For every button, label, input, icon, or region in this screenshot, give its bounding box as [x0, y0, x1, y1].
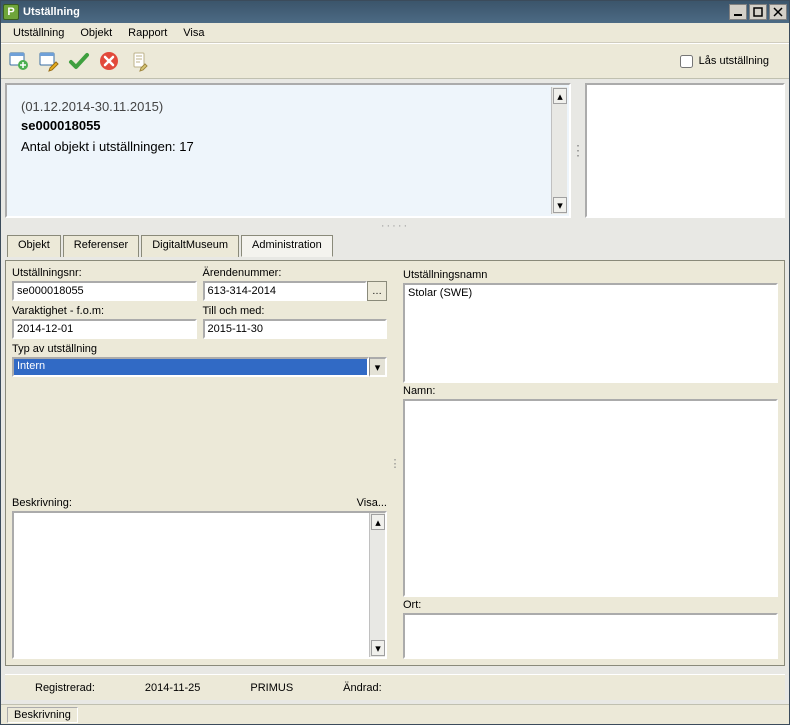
lock-exhibition-wrap: Lås utställning	[680, 55, 785, 68]
statusbar-beskrivning: Beskrivning	[7, 707, 78, 723]
menu-objekt[interactable]: Objekt	[72, 25, 120, 41]
typ-dropdown-button[interactable]: ▾	[369, 357, 387, 377]
typ-label: Typ av utställning	[12, 343, 387, 355]
cancel-button[interactable]	[95, 47, 123, 75]
registrerad-label: Registrerad:	[35, 682, 95, 694]
varaktighet-label: Varaktighet - f.o.m:	[12, 305, 197, 317]
summary-exhibition-id: se000018055	[21, 118, 555, 133]
maximize-button[interactable]	[749, 4, 767, 20]
left-column: Utställningsnr: Ärendenummer: … Varaktig…	[12, 267, 387, 659]
summary-scrollbar[interactable]: ▴ ▾	[551, 87, 567, 214]
window-title: Utställning	[23, 6, 729, 18]
close-button[interactable]	[769, 4, 787, 20]
beskrivning-scrollbar[interactable]: ▴ ▾	[369, 513, 385, 657]
window-controls	[729, 4, 787, 20]
utstallningsnr-input[interactable]	[12, 281, 197, 301]
namn-panel[interactable]	[403, 399, 778, 597]
beskrivning-visa-link[interactable]: Visa...	[357, 497, 387, 509]
lock-exhibition-label: Lås utställning	[699, 55, 769, 67]
preview-panel	[585, 83, 785, 218]
new-record-button[interactable]	[5, 47, 33, 75]
lock-exhibition-checkbox[interactable]	[680, 55, 693, 68]
summary-panel: (01.12.2014-30.11.2015) se000018055 Anta…	[5, 83, 571, 218]
utstallningsnamn-value: Stolar (SWE)	[408, 287, 472, 299]
menubar: Utställning Objekt Rapport Visa	[1, 23, 789, 43]
tab-administration[interactable]: Administration	[241, 235, 333, 257]
edit-record-button[interactable]	[35, 47, 63, 75]
varaktighet-input[interactable]	[12, 319, 197, 339]
top-row: (01.12.2014-30.11.2015) se000018055 Anta…	[5, 83, 785, 218]
tab-referenser[interactable]: Referenser	[63, 235, 139, 257]
workspace: (01.12.2014-30.11.2015) se000018055 Anta…	[1, 79, 789, 704]
menu-rapport[interactable]: Rapport	[120, 25, 175, 41]
registrerad-date: 2014-11-25	[145, 682, 200, 694]
right-column: Utställningsnamn Stolar (SWE) Namn: Ort:	[403, 267, 778, 659]
menu-utstallning[interactable]: Utställning	[5, 25, 72, 41]
status-row: Registrerad: 2014-11-25 PRIMUS Ändrad:	[5, 674, 785, 700]
summary-date-range: (01.12.2014-30.11.2015)	[21, 99, 555, 114]
namn-label: Namn:	[403, 385, 778, 397]
main-window: P Utställning Utställning Objekt Rapport…	[0, 0, 790, 725]
vertical-splitter[interactable]	[575, 83, 581, 218]
tab-digitaltmuseum[interactable]: DigitaltMuseum	[141, 235, 239, 257]
confirm-button[interactable]	[65, 47, 93, 75]
ort-panel[interactable]	[403, 613, 778, 659]
scroll-up-icon[interactable]: ▴	[553, 88, 567, 104]
horizontal-splitter[interactable]	[5, 222, 785, 230]
till-input[interactable]	[203, 319, 388, 339]
titlebar: P Utställning	[1, 1, 789, 23]
andrad-label: Ändrad:	[343, 682, 382, 694]
utstallningsnr-label: Utställningsnr:	[12, 267, 197, 279]
arendenummer-browse-button[interactable]: …	[367, 281, 387, 301]
attach-button[interactable]	[125, 47, 153, 75]
tabs-row: Objekt Referenser DigitaltMuseum Adminis…	[5, 234, 785, 256]
summary-object-count: Antal objekt i utställningen: 17	[21, 139, 555, 154]
ort-label: Ort:	[403, 599, 778, 611]
tab-body-administration: Utställningsnr: Ärendenummer: … Varaktig…	[5, 260, 785, 666]
tab-objekt[interactable]: Objekt	[7, 235, 61, 257]
utstallningsnamn-panel[interactable]: Stolar (SWE)	[403, 283, 778, 383]
registrerad-user: PRIMUS	[250, 682, 293, 694]
scroll-down-icon[interactable]: ▾	[553, 197, 567, 213]
app-icon: P	[3, 4, 19, 20]
arendenummer-input[interactable]	[203, 281, 368, 301]
utstallningsnamn-label: Utställningsnamn	[403, 269, 778, 281]
typ-combo[interactable]: Intern	[12, 357, 369, 377]
scroll-down-icon[interactable]: ▾	[371, 640, 385, 656]
column-splitter[interactable]	[391, 267, 399, 659]
status-bar: Beskrivning	[1, 704, 789, 724]
arendenummer-label: Ärendenummer:	[203, 267, 388, 279]
toolbar: Lås utställning	[1, 43, 789, 79]
menu-visa[interactable]: Visa	[175, 25, 212, 41]
beskrivning-textarea[interactable]: ▴ ▾	[12, 511, 387, 659]
till-label: Till och med:	[203, 305, 388, 317]
scroll-up-icon[interactable]: ▴	[371, 514, 385, 530]
beskrivning-label: Beskrivning:	[12, 497, 72, 509]
minimize-button[interactable]	[729, 4, 747, 20]
